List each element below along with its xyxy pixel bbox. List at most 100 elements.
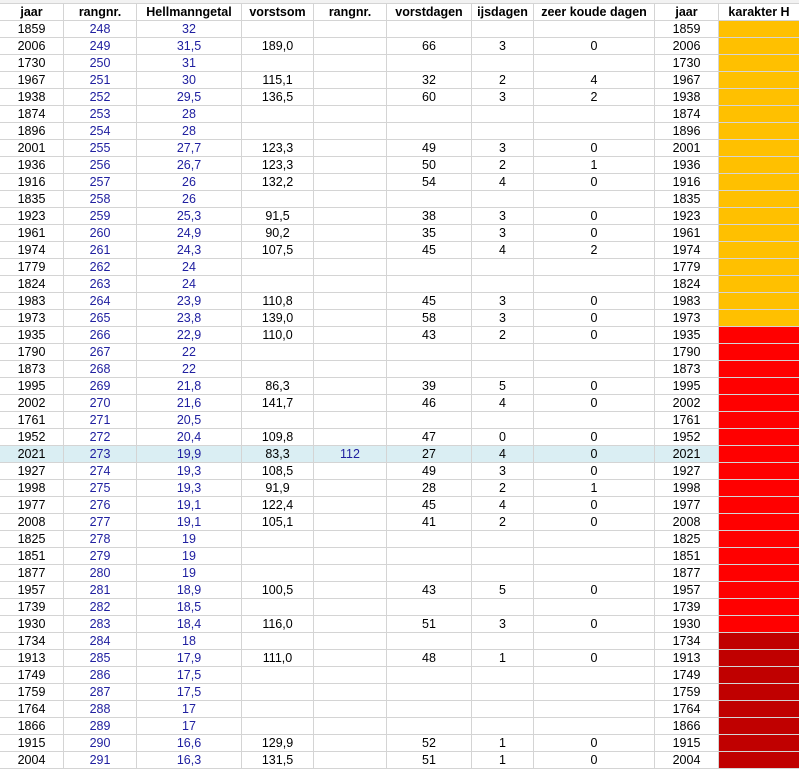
cell-rangnr-2[interactable] xyxy=(314,718,387,735)
cell-rangnr[interactable]: 255 xyxy=(64,140,137,157)
cell-ijsdagen[interactable] xyxy=(472,412,534,429)
cell-karakter-h[interactable] xyxy=(719,174,799,191)
cell-jaar-2[interactable]: 1739 xyxy=(655,599,719,616)
cell-karakter-h[interactable] xyxy=(719,191,799,208)
cell-ijsdagen[interactable] xyxy=(472,106,534,123)
cell-rangnr-2[interactable] xyxy=(314,327,387,344)
cell-rangnr[interactable]: 271 xyxy=(64,412,137,429)
cell-rangnr-2[interactable] xyxy=(314,123,387,140)
cell-zeer-koude-dagen[interactable] xyxy=(534,276,655,293)
cell-zeer-koude-dagen[interactable]: 4 xyxy=(534,72,655,89)
cell-hellmanngetal[interactable]: 21,8 xyxy=(137,378,242,395)
cell-ijsdagen[interactable]: 4 xyxy=(472,497,534,514)
cell-zeer-koude-dagen[interactable]: 0 xyxy=(534,378,655,395)
cell-karakter-h[interactable] xyxy=(719,225,799,242)
cell-vorstdagen[interactable]: 39 xyxy=(387,378,472,395)
cell-vorstdagen[interactable]: 47 xyxy=(387,429,472,446)
cell-zeer-koude-dagen[interactable] xyxy=(534,531,655,548)
cell-jaar-2[interactable]: 1938 xyxy=(655,89,719,106)
cell-karakter-h[interactable] xyxy=(719,565,799,582)
cell-jaar[interactable]: 1916 xyxy=(0,174,64,191)
cell-karakter-h[interactable] xyxy=(719,89,799,106)
cell-zeer-koude-dagen[interactable] xyxy=(534,565,655,582)
cell-rangnr[interactable]: 257 xyxy=(64,174,137,191)
cell-jaar[interactable]: 1973 xyxy=(0,310,64,327)
cell-hellmanngetal[interactable]: 24,3 xyxy=(137,242,242,259)
cell-jaar[interactable]: 2021 xyxy=(0,446,64,463)
cell-rangnr[interactable]: 275 xyxy=(64,480,137,497)
cell-ijsdagen[interactable]: 4 xyxy=(472,174,534,191)
cell-ijsdagen[interactable] xyxy=(472,259,534,276)
cell-jaar[interactable]: 1998 xyxy=(0,480,64,497)
cell-vorstsom[interactable]: 109,8 xyxy=(242,429,314,446)
cell-zeer-koude-dagen[interactable] xyxy=(534,191,655,208)
cell-vorstsom[interactable]: 91,9 xyxy=(242,480,314,497)
cell-zeer-koude-dagen[interactable] xyxy=(534,667,655,684)
cell-rangnr[interactable]: 272 xyxy=(64,429,137,446)
cell-rangnr-2[interactable] xyxy=(314,344,387,361)
cell-vorstsom[interactable]: 107,5 xyxy=(242,242,314,259)
cell-rangnr-2[interactable] xyxy=(314,531,387,548)
cell-jaar-2[interactable]: 1759 xyxy=(655,684,719,701)
cell-vorstdagen[interactable] xyxy=(387,633,472,650)
cell-jaar[interactable]: 1825 xyxy=(0,531,64,548)
cell-rangnr-2[interactable] xyxy=(314,106,387,123)
cell-rangnr-2[interactable] xyxy=(314,55,387,72)
cell-jaar[interactable]: 1764 xyxy=(0,701,64,718)
cell-vorstsom[interactable] xyxy=(242,344,314,361)
cell-ijsdagen[interactable]: 3 xyxy=(472,310,534,327)
cell-rangnr-2[interactable] xyxy=(314,72,387,89)
cell-vorstsom[interactable]: 83,3 xyxy=(242,446,314,463)
header-vorstsom[interactable]: vorstsom xyxy=(242,4,314,21)
cell-ijsdagen[interactable]: 2 xyxy=(472,327,534,344)
cell-rangnr-2[interactable] xyxy=(314,633,387,650)
cell-vorstdagen[interactable]: 27 xyxy=(387,446,472,463)
cell-jaar-2[interactable]: 1952 xyxy=(655,429,719,446)
cell-jaar[interactable]: 1983 xyxy=(0,293,64,310)
cell-vorstsom[interactable]: 139,0 xyxy=(242,310,314,327)
cell-hellmanngetal[interactable]: 23,9 xyxy=(137,293,242,310)
cell-hellmanngetal[interactable]: 27,7 xyxy=(137,140,242,157)
cell-hellmanngetal[interactable]: 28 xyxy=(137,123,242,140)
cell-vorstsom[interactable] xyxy=(242,55,314,72)
cell-zeer-koude-dagen[interactable] xyxy=(534,21,655,38)
cell-vorstdagen[interactable]: 45 xyxy=(387,497,472,514)
cell-jaar-2[interactable]: 1935 xyxy=(655,327,719,344)
cell-ijsdagen[interactable] xyxy=(472,565,534,582)
cell-vorstdagen[interactable]: 52 xyxy=(387,735,472,752)
cell-rangnr-2[interactable] xyxy=(314,191,387,208)
cell-vorstdagen[interactable] xyxy=(387,344,472,361)
cell-zeer-koude-dagen[interactable]: 0 xyxy=(534,446,655,463)
cell-karakter-h[interactable] xyxy=(719,208,799,225)
cell-rangnr[interactable]: 269 xyxy=(64,378,137,395)
cell-rangnr[interactable]: 267 xyxy=(64,344,137,361)
cell-vorstsom[interactable]: 100,5 xyxy=(242,582,314,599)
cell-karakter-h[interactable] xyxy=(719,72,799,89)
cell-rangnr-2[interactable] xyxy=(314,684,387,701)
cell-karakter-h[interactable] xyxy=(719,667,799,684)
cell-jaar[interactable]: 1866 xyxy=(0,718,64,735)
cell-karakter-h[interactable] xyxy=(719,395,799,412)
cell-vorstdagen[interactable]: 43 xyxy=(387,327,472,344)
cell-ijsdagen[interactable]: 4 xyxy=(472,242,534,259)
cell-jaar-2[interactable]: 1835 xyxy=(655,191,719,208)
cell-zeer-koude-dagen[interactable] xyxy=(534,259,655,276)
cell-ijsdagen[interactable]: 5 xyxy=(472,582,534,599)
cell-rangnr[interactable]: 262 xyxy=(64,259,137,276)
cell-jaar[interactable]: 1896 xyxy=(0,123,64,140)
cell-jaar-2[interactable]: 1825 xyxy=(655,531,719,548)
cell-zeer-koude-dagen[interactable]: 0 xyxy=(534,752,655,769)
cell-hellmanngetal[interactable]: 17,9 xyxy=(137,650,242,667)
cell-jaar[interactable]: 2008 xyxy=(0,514,64,531)
cell-rangnr-2[interactable] xyxy=(314,276,387,293)
cell-jaar[interactable]: 1935 xyxy=(0,327,64,344)
cell-rangnr-2[interactable] xyxy=(314,378,387,395)
cell-hellmanngetal[interactable]: 17 xyxy=(137,718,242,735)
cell-vorstdagen[interactable]: 49 xyxy=(387,140,472,157)
cell-vorstdagen[interactable]: 66 xyxy=(387,38,472,55)
cell-rangnr[interactable]: 278 xyxy=(64,531,137,548)
cell-vorstsom[interactable] xyxy=(242,667,314,684)
cell-hellmanngetal[interactable]: 16,3 xyxy=(137,752,242,769)
cell-jaar[interactable]: 2001 xyxy=(0,140,64,157)
cell-jaar-2[interactable]: 1977 xyxy=(655,497,719,514)
